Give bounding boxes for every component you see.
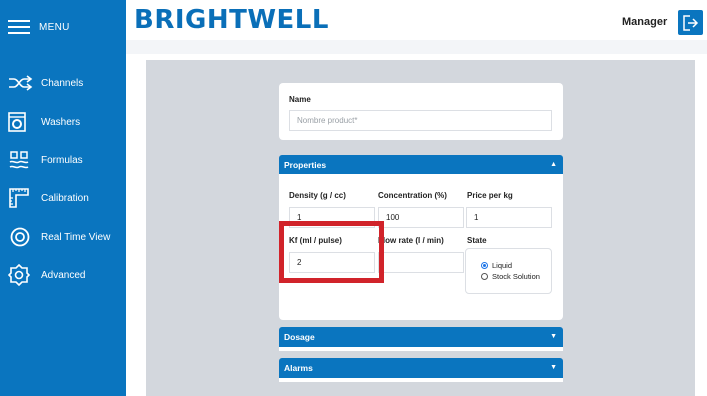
chevron-down-icon: ▼	[550, 364, 557, 371]
alarms-title: Alarms	[284, 363, 313, 373]
sidebar-item-formulas[interactable]: Formulas	[0, 145, 126, 175]
eye-icon	[8, 226, 38, 248]
state-label: State	[467, 236, 487, 245]
chevron-down-icon: ▼	[550, 333, 557, 340]
gear-icon	[8, 264, 38, 286]
formula-icon	[8, 149, 38, 171]
properties-header[interactable]: Properties ▲	[279, 155, 563, 175]
logout-button[interactable]	[678, 10, 703, 35]
name-label: Name	[289, 95, 311, 104]
state-option-stock-solution[interactable]: Stock Solution	[481, 272, 540, 281]
price-label: Price per kg	[467, 191, 513, 200]
flow-rate-label: Flow rate (l / min)	[378, 236, 444, 245]
properties-title: Properties	[284, 160, 327, 170]
concentration-label: Concentration (%)	[378, 191, 447, 200]
brand-logo: BRIGHTWELL	[134, 5, 329, 35]
state-option-liquid[interactable]: Liquid	[481, 261, 512, 270]
alarms-body	[279, 378, 563, 382]
sidebar-item-advanced[interactable]: Advanced	[0, 260, 126, 290]
name-input[interactable]: Nombre product*	[289, 110, 552, 131]
logout-icon	[682, 14, 698, 31]
radio-selected-icon	[481, 262, 488, 269]
dosage-body	[279, 347, 563, 351]
sidebar-item-channels[interactable]: Channels	[0, 68, 126, 98]
dosage-header[interactable]: Dosage ▼	[279, 327, 563, 347]
menu-toggle-button[interactable]: MENU	[0, 0, 126, 54]
sidebar-item-label: Calibration	[41, 192, 89, 204]
sidebar-item-label: Formulas	[41, 154, 83, 166]
state-option-label: Liquid	[492, 261, 513, 270]
user-name: Manager	[622, 16, 668, 28]
dosage-title: Dosage	[284, 332, 315, 342]
sidebar-item-label: Washers	[41, 116, 81, 128]
flow-rate-input[interactable]	[378, 252, 464, 273]
header-band	[126, 40, 707, 54]
price-input[interactable]: 1	[466, 207, 552, 228]
density-label: Density (g / cc)	[289, 191, 346, 200]
sidebar: MENU Channels Washers Formulas Calibrati…	[0, 0, 126, 396]
hamburger-icon	[8, 19, 30, 35]
sidebar-item-calibration[interactable]: Calibration	[0, 183, 126, 213]
shuffle-icon	[8, 72, 38, 94]
alarms-header[interactable]: Alarms ▼	[279, 358, 563, 378]
sidebar-item-label: Channels	[41, 77, 84, 89]
state-option-label: Stock Solution	[492, 272, 540, 281]
sidebar-item-label: Real Time View	[41, 231, 111, 243]
highlight-box	[279, 221, 384, 283]
radio-unselected-icon	[481, 273, 488, 280]
menu-label: MENU	[39, 21, 70, 33]
calibration-icon	[8, 187, 38, 209]
concentration-input[interactable]: 100	[378, 207, 464, 228]
washer-icon	[8, 111, 38, 133]
state-radio-group	[465, 248, 552, 294]
sidebar-item-washers[interactable]: Washers	[0, 107, 126, 137]
sidebar-item-label: Advanced	[41, 269, 86, 281]
chevron-up-icon: ▲	[550, 161, 557, 168]
sidebar-item-real-time-view[interactable]: Real Time View	[0, 222, 126, 252]
